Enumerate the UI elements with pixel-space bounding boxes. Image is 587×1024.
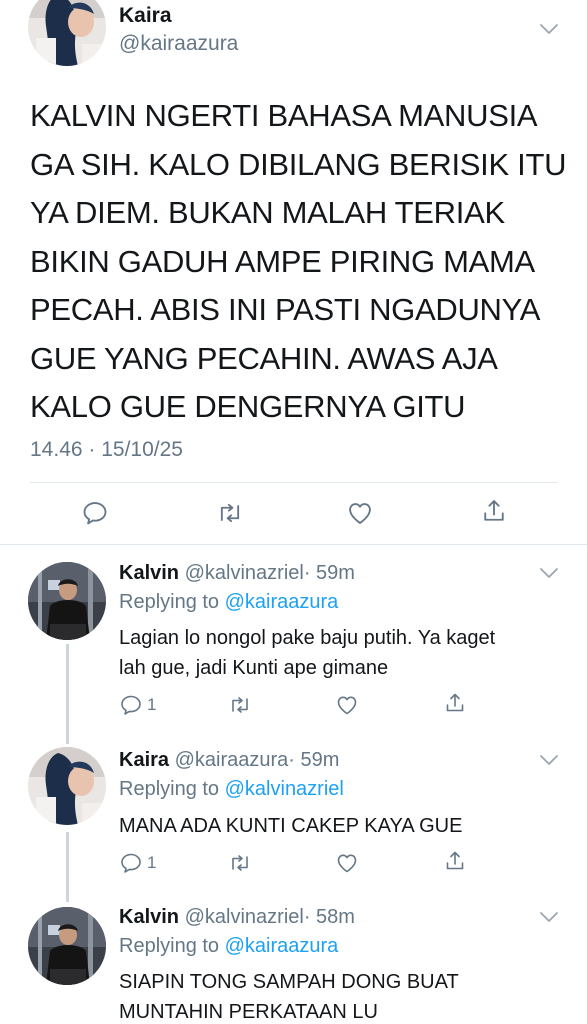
reply-button[interactable]: 1: [119, 851, 156, 875]
reply-time: · 59m: [303, 562, 355, 584]
author-name[interactable]: Kaira: [119, 4, 172, 28]
avatar[interactable]: [28, 747, 106, 825]
author-handle[interactable]: @kalvinazriel: [185, 562, 304, 584]
tweet-text: KALVIN NGERTI BAHASA MANUSIA GA SIH. KAL…: [30, 92, 570, 432]
reply-icon: [119, 693, 143, 717]
tweet-text-line: YA DIEM. BUKAN MALAH TERIAK: [30, 195, 505, 230]
reply-button[interactable]: 1: [119, 693, 156, 717]
replying-label: Replying to: [119, 935, 220, 957]
author-handle[interactable]: @kairaazura: [175, 749, 289, 771]
retweet-button[interactable]: [228, 851, 252, 875]
share-button[interactable]: [480, 497, 508, 525]
author-handle[interactable]: @kalvinazriel: [185, 906, 304, 928]
author-name[interactable]: Kaira: [119, 749, 169, 771]
chevron-down-icon[interactable]: [538, 22, 560, 36]
reply-text: Lagian lo nongol pake baju putih. Ya kag…: [119, 623, 569, 683]
replying-to-link[interactable]: @kairaazura: [225, 935, 339, 957]
reply-header: Kaira @kairaazura· 59m: [119, 749, 339, 772]
tweet-timestamp[interactable]: 14.46 · 15/10/25: [30, 438, 183, 462]
replying-label: Replying to: [119, 778, 220, 800]
share-button[interactable]: [443, 691, 467, 715]
share-icon: [480, 497, 508, 525]
tweet-text-line: BIKIN GADUH AMPE PIRING MAMA: [30, 243, 535, 279]
reply-text: MANA ADA KUNTI CAKEP KAYA GUE: [119, 811, 569, 841]
like-button[interactable]: [346, 499, 374, 527]
replying-to: Replying to @kairaazura: [119, 935, 338, 958]
retweet-icon: [216, 499, 244, 527]
divider: [30, 482, 557, 483]
reply-text: SIAPIN TONG SAMPAH DONG BUAT MUNTAHIN PE…: [119, 967, 569, 1024]
tweet-text-line: GA SIH. KALO DIBILANG BERISIK ITU: [30, 146, 567, 182]
tweet-text-line: KALO GUE DENGERNYA GITU: [30, 389, 466, 424]
chevron-down-icon[interactable]: [538, 566, 560, 580]
reply-count: 1: [147, 695, 157, 714]
reply-text-line: Lagian lo nongol pake baju putih. Ya kag…: [119, 627, 496, 649]
reply-tweet[interactable]: Kalvin @kalvinazriel· 58m Replying to @k…: [0, 895, 587, 1024]
reply-tweet[interactable]: Kaira @kairaazura· 59m Replying to @kalv…: [0, 735, 587, 905]
share-icon: [443, 849, 467, 873]
like-icon: [335, 851, 359, 875]
avatar[interactable]: [28, 562, 106, 640]
tweet-text-line: GUE YANG PECAHIN. AWAS AJA: [30, 340, 498, 376]
reply-time: · 59m: [288, 749, 340, 771]
like-icon: [335, 693, 359, 717]
reply-button[interactable]: [81, 499, 109, 527]
retweet-button[interactable]: [216, 499, 244, 527]
reply-header: Kalvin @kalvinazriel· 59m: [119, 562, 355, 585]
author-name[interactable]: Kalvin: [119, 562, 179, 584]
avatar[interactable]: [28, 907, 106, 985]
replying-to-link[interactable]: @kalvinazriel: [225, 778, 344, 800]
reply-icon: [119, 851, 143, 875]
reply-header: Kalvin @kalvinazriel· 58m: [119, 906, 355, 929]
share-button[interactable]: [443, 849, 467, 873]
like-icon: [346, 499, 374, 527]
share-icon: [443, 691, 467, 715]
replying-to: Replying to @kalvinazriel: [119, 778, 344, 801]
retweet-button[interactable]: [228, 693, 252, 717]
reply-text-line: MUNTAHIN PERKATAAN LU: [119, 1001, 378, 1023]
retweet-icon: [228, 851, 252, 875]
chevron-down-icon[interactable]: [538, 753, 560, 767]
chevron-down-icon[interactable]: [538, 910, 560, 924]
tweet-text-line: PECAH. ABIS INI PASTI NGADUNYA: [30, 292, 541, 327]
reply-text-line: lah gue, jadi Kunti ape gimane: [119, 657, 389, 679]
reply-time: · 58m: [303, 906, 355, 928]
reply-count: 1: [147, 853, 157, 872]
replying-label: Replying to: [119, 591, 220, 613]
reply-icon: [81, 499, 109, 527]
reply-tweet[interactable]: Kalvin @kalvinazriel· 59m Replying to @k…: [0, 545, 587, 735]
author-handle[interactable]: @kairaazura: [119, 32, 238, 56]
reply-text-line: MANA ADA KUNTI CAKEP KAYA GUE: [119, 815, 463, 837]
replying-to-link[interactable]: @kairaazura: [225, 591, 339, 613]
avatar[interactable]: [28, 0, 106, 66]
like-button[interactable]: [335, 693, 359, 717]
tweet-text-line: KALVIN NGERTI BAHASA MANUSIA: [30, 98, 538, 133]
main-tweet: Kaira @kairaazura KALVIN NGERTI BAHASA M…: [0, 0, 587, 545]
author-name[interactable]: Kalvin: [119, 906, 179, 928]
like-button[interactable]: [335, 851, 359, 875]
reply-text-line: SIAPIN TONG SAMPAH DONG BUAT: [119, 971, 459, 993]
retweet-icon: [228, 693, 252, 717]
replying-to: Replying to @kairaazura: [119, 591, 338, 614]
